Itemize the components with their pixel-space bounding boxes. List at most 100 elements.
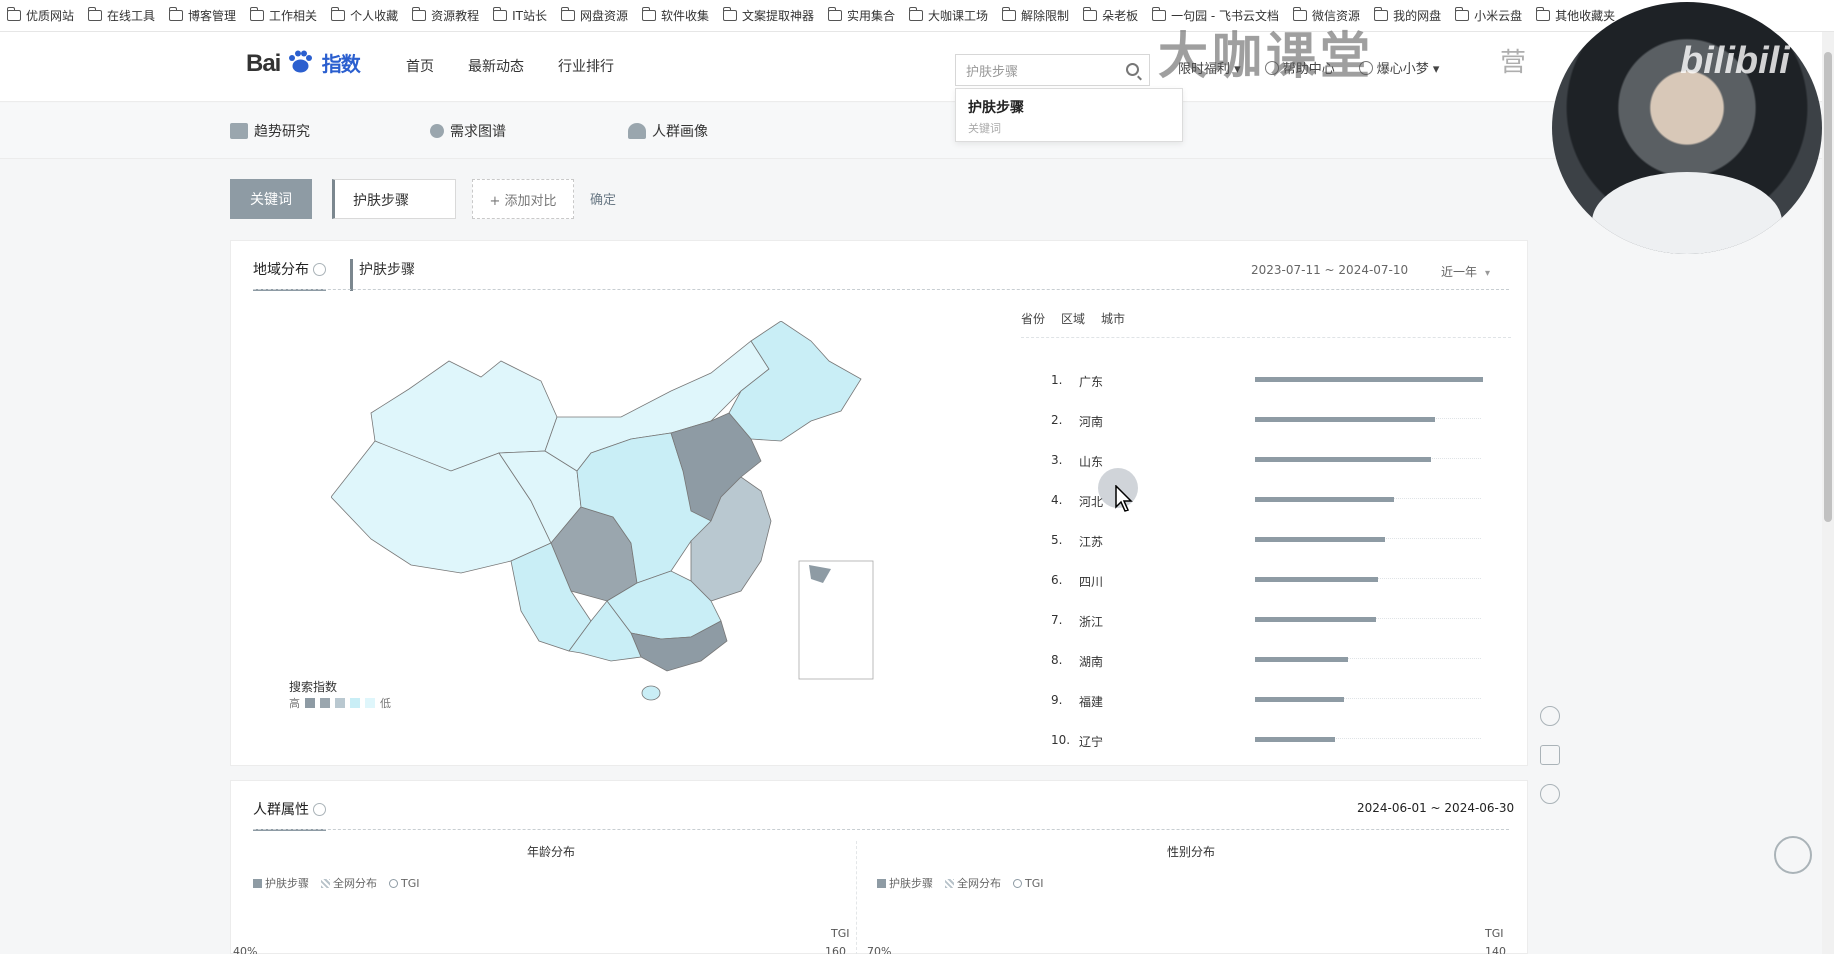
- legend-swatch: [253, 879, 262, 888]
- age-distribution-title: 年龄分布: [527, 845, 576, 859]
- demand-icon: [430, 124, 444, 138]
- star-icon[interactable]: [1540, 745, 1560, 765]
- bookmark-item[interactable]: 实用集合: [821, 0, 902, 31]
- help-icon[interactable]: [313, 263, 326, 276]
- rank-number: 4.: [1051, 493, 1063, 507]
- province-name: 广东: [1079, 375, 1104, 389]
- crowd-tab[interactable]: 人群属性: [253, 799, 326, 831]
- nav-ranking[interactable]: 行业排行: [558, 56, 614, 76]
- ranking-row[interactable]: 2. 河南: [1051, 401, 1511, 439]
- bookmark-item[interactable]: 解除限制: [995, 0, 1076, 31]
- scrollbar[interactable]: [1822, 32, 1834, 954]
- question-icon[interactable]: [1540, 784, 1560, 804]
- rank-number: 7.: [1051, 613, 1063, 627]
- legend-keyword[interactable]: 护肤步骤: [877, 875, 933, 891]
- confirm-button[interactable]: 确定: [590, 189, 616, 208]
- bookmark-item[interactable]: 小米云盘: [1448, 0, 1529, 31]
- bookmark-label: 在线工具: [107, 9, 156, 23]
- ranking-row[interactable]: 5. 江苏: [1051, 521, 1511, 559]
- province-name: 河南: [1079, 415, 1104, 429]
- gender-legend: 护肤步骤 全网分布 TGI: [877, 875, 1044, 891]
- bookmark-label: 优质网站: [26, 9, 75, 23]
- subnav-trend[interactable]: 趋势研究: [230, 121, 310, 141]
- search-input[interactable]: [966, 62, 1116, 78]
- divider: [253, 829, 1509, 830]
- share-icon[interactable]: [1540, 706, 1560, 726]
- folder-icon: [909, 7, 924, 21]
- watermark: 大咖课堂: [1158, 27, 1374, 85]
- bookmark-item[interactable]: 优质网站: [0, 0, 81, 31]
- legend-swatch: [365, 698, 375, 708]
- ranking-bar: [1255, 617, 1376, 622]
- legend-tgi[interactable]: TGI: [1013, 877, 1044, 890]
- nav-news[interactable]: 最新动态: [468, 56, 524, 76]
- legend-swatch: [321, 879, 330, 888]
- bookmark-item[interactable]: 朵老板: [1076, 0, 1145, 31]
- china-map[interactable]: [331, 321, 891, 761]
- ranking-bar: [1255, 417, 1435, 422]
- search-icon[interactable]: [1126, 63, 1139, 76]
- tab-region[interactable]: 地域分布: [253, 259, 326, 291]
- ranking-row[interactable]: 1. 广东: [1051, 361, 1511, 399]
- subnav-crowd[interactable]: 人群画像: [628, 121, 708, 141]
- bookmark-label: 网盘资源: [579, 9, 628, 23]
- bookmark-label: 软件收集: [660, 9, 709, 23]
- province-name: 江苏: [1079, 535, 1104, 549]
- bookmark-item[interactable]: 网盘资源: [554, 0, 635, 31]
- subnav-demand[interactable]: 需求图谱: [430, 121, 506, 141]
- period-select[interactable]: 近一年: [1441, 263, 1490, 280]
- rank-number: 8.: [1051, 653, 1063, 667]
- bookmark-item[interactable]: 文案提取神器: [716, 0, 821, 31]
- legend-tgi[interactable]: TGI: [389, 877, 420, 890]
- bookmark-item[interactable]: 软件收集: [635, 0, 716, 31]
- bookmark-item[interactable]: 资源教程: [405, 0, 486, 31]
- bookmark-item[interactable]: 大咖课工场: [902, 0, 995, 31]
- legend-keyword[interactable]: 护肤步骤: [253, 875, 309, 891]
- baidu-index-logo[interactable]: Bai 指数: [246, 48, 361, 78]
- ranking-row[interactable]: 8. 湖南: [1051, 641, 1511, 679]
- tab-city[interactable]: 城市: [1101, 310, 1125, 327]
- folder-icon: [412, 7, 427, 21]
- main-nav: 首页 最新动态 行业排行: [406, 56, 614, 76]
- ranking-bar: [1255, 697, 1344, 702]
- folder-icon: [331, 7, 346, 21]
- province-name: 福建: [1079, 695, 1104, 709]
- bookmark-label: 朵老板: [1102, 9, 1139, 23]
- ranking-tabs: 省份 区域 城市: [1021, 310, 1125, 327]
- bookmark-label: 文案提取神器: [742, 9, 815, 23]
- bilibili-logo: bilibili: [1680, 40, 1790, 82]
- rank-number: 3.: [1051, 453, 1063, 467]
- ranking-row[interactable]: 10. 辽宁: [1051, 721, 1511, 759]
- chat-icon[interactable]: [1774, 836, 1812, 874]
- tab-area[interactable]: 区域: [1061, 310, 1085, 327]
- age-legend: 护肤步骤 全网分布 TGI: [253, 875, 420, 891]
- legend-low: 低: [380, 697, 391, 710]
- bookmark-item[interactable]: IT站长: [486, 0, 554, 31]
- rank-number: 10.: [1051, 733, 1071, 747]
- ranking-row[interactable]: 7. 浙江: [1051, 601, 1511, 639]
- ranking-bar: [1255, 737, 1335, 742]
- map-legend: 高 低: [289, 695, 391, 711]
- keyword-chip[interactable]: 护肤步骤: [332, 179, 456, 219]
- map-hainan[interactable]: [641, 685, 661, 701]
- ranking-row[interactable]: 9. 福建: [1051, 681, 1511, 719]
- province-name: 山东: [1079, 455, 1104, 469]
- paw-icon: [289, 50, 313, 73]
- add-compare-button[interactable]: + 添加对比: [472, 179, 574, 219]
- bookmark-item[interactable]: 工作相关: [243, 0, 324, 31]
- nav-home[interactable]: 首页: [406, 56, 434, 76]
- bookmark-item[interactable]: 博客管理: [162, 0, 243, 31]
- person: [1592, 172, 1782, 254]
- search-suggestion[interactable]: 护肤步骤 关键词: [955, 88, 1183, 142]
- keyword-type-button[interactable]: 关键词: [230, 179, 312, 219]
- tab-province[interactable]: 省份: [1021, 310, 1045, 327]
- ranking-row[interactable]: 6. 四川: [1051, 561, 1511, 599]
- help-icon[interactable]: [313, 803, 326, 816]
- bookmark-item[interactable]: 我的网盘: [1367, 0, 1448, 31]
- bookmark-item[interactable]: 在线工具: [81, 0, 162, 31]
- legend-all[interactable]: 全网分布: [321, 875, 377, 891]
- scrollbar-thumb[interactable]: [1824, 52, 1832, 522]
- legend-all[interactable]: 全网分布: [945, 875, 1001, 891]
- bookmark-item[interactable]: 个人收藏: [324, 0, 405, 31]
- bookmark-label: 博客管理: [188, 9, 237, 23]
